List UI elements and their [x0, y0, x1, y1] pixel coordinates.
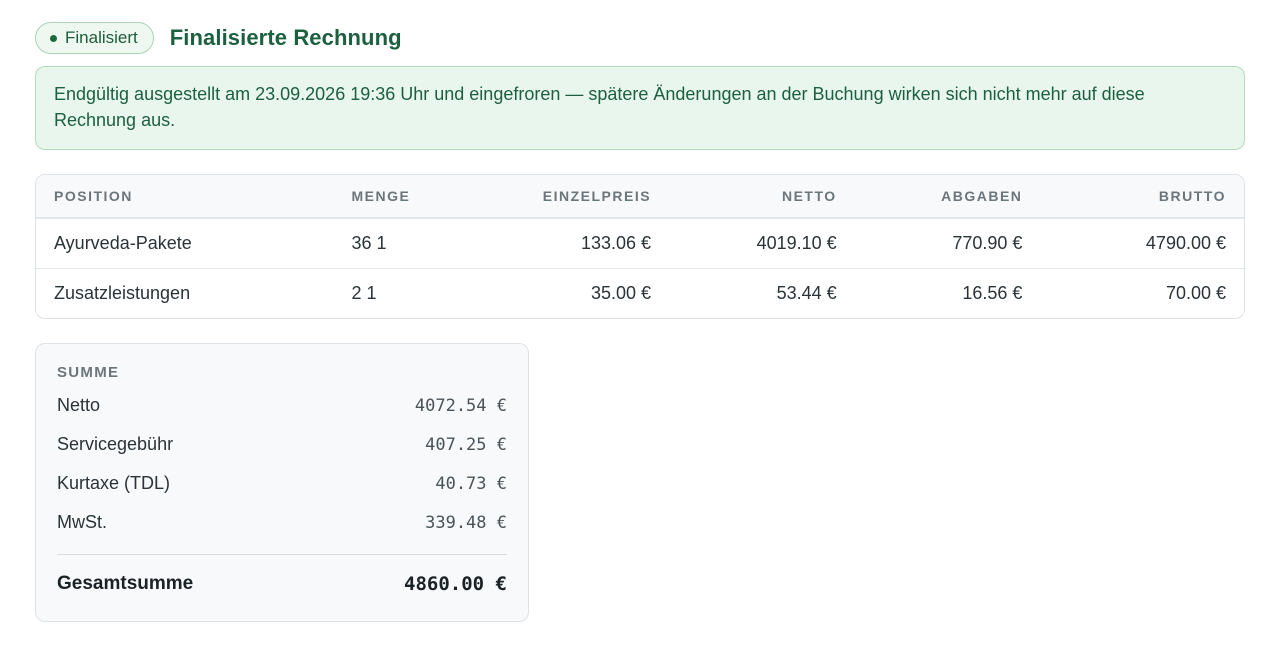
summary-card: SUMME Netto 4072.54 € Servicegebühr 407.…	[35, 343, 529, 622]
status-dot-icon	[50, 34, 57, 42]
cell-position: Zusatzleistungen	[54, 282, 191, 303]
cell-einzelpreis: 35.00 €	[590, 282, 652, 303]
total-label: Gesamtsumme	[57, 573, 194, 594]
summary-label: Servicegebühr	[57, 434, 174, 454]
summary-value: 407.25 €	[425, 434, 507, 455]
finalized-notice: Endgültig ausgestellt am 23.09.2026 19:3…	[35, 66, 1245, 150]
status-badge: Finalisiert	[35, 22, 154, 54]
summary-value: 4072.54 €	[414, 395, 507, 416]
summary-row-netto: Netto 4072.54 €	[57, 386, 507, 425]
cell-position: Ayurveda-Pakete	[36, 218, 334, 269]
cell-netto: 4019.10 €	[669, 218, 855, 269]
column-header-netto: NETTO	[669, 175, 855, 219]
summary-total-row: Gesamtsumme 4860.00 €	[57, 555, 507, 613]
table-header-row: POSITION MENGE EINZELPREIS NETTO ABGABEN…	[36, 175, 1244, 219]
summary-title: SUMME	[57, 364, 120, 381]
table-row: Ayurveda-Pakete 36 1 133.06 € 4019.10 € …	[36, 218, 1244, 269]
cell-menge: 2 1	[351, 282, 377, 303]
status-badge-label: Finalisiert	[65, 28, 138, 47]
page-title: Finalisierte Rechnung	[169, 25, 402, 50]
column-header-abgaben: ABGABEN	[854, 175, 1041, 219]
summary-value: 40.73 €	[435, 473, 507, 494]
table-row: Zusatzleistungen 2 1 35.00 € 53.44 € 16.…	[36, 268, 1244, 318]
total-value: 4860.00 €	[404, 573, 507, 595]
summary-row-mwst: MwSt. 339.48 €	[57, 503, 507, 542]
cell-einzelpreis: 133.06 €	[483, 218, 670, 269]
cell-brutto: 4790.00 €	[1040, 218, 1244, 269]
cell-menge: 36 1	[333, 218, 484, 269]
cell-abgaben: 16.56 €	[962, 282, 1023, 303]
summary-label: MwSt.	[57, 512, 108, 532]
cell-netto: 53.44 €	[776, 282, 837, 303]
cell-brutto: 70.00 €	[1165, 282, 1226, 303]
cell-abgaben: 770.90 €	[854, 218, 1041, 269]
column-header-einzelpreis: EINZELPREIS	[483, 175, 670, 219]
line-items-table: POSITION MENGE EINZELPREIS NETTO ABGABEN…	[35, 174, 1245, 319]
summary-label: Kurtaxe (TDL)	[57, 473, 171, 493]
column-header-menge: MENGE	[333, 175, 484, 219]
column-header-brutto: BRUTTO	[1040, 175, 1244, 219]
summary-row-kurtaxe: Kurtaxe (TDL) 40.73 €	[57, 464, 507, 503]
summary-value: 339.48 €	[425, 512, 507, 533]
summary-row-servicegebuehr: Servicegebühr 407.25 €	[57, 425, 507, 464]
column-header-position: POSITION	[36, 175, 334, 219]
invoice-page: Finalisiert Finalisierte Rechnung Endgül…	[0, 0, 1280, 658]
summary-label: Netto	[57, 395, 101, 415]
invoice-header: Finalisiert Finalisierte Rechnung	[35, 22, 1245, 54]
